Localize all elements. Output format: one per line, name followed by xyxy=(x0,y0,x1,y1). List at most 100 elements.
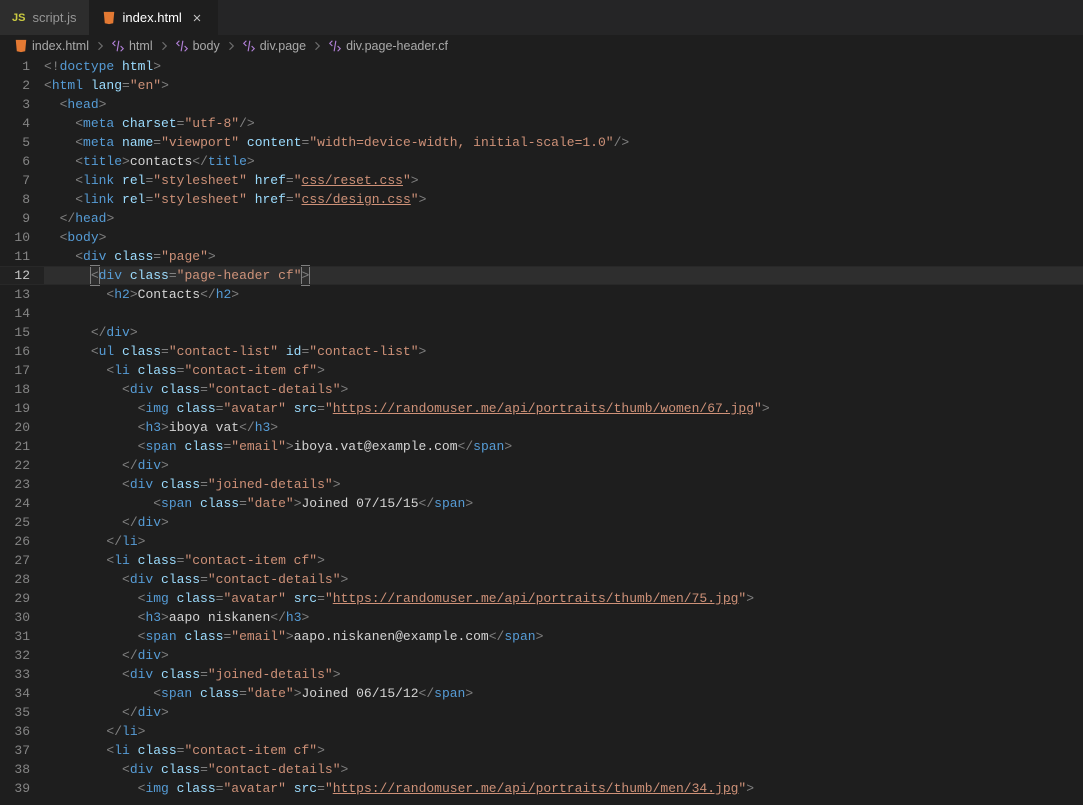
html-file-icon xyxy=(14,39,28,53)
breadcrumb-item[interactable]: div.page xyxy=(242,39,306,53)
code-line[interactable]: <span class="email">iboya.vat@example.co… xyxy=(44,437,1083,456)
line-number: 35 xyxy=(0,703,30,722)
line-number: 37 xyxy=(0,741,30,760)
line-number: 22 xyxy=(0,456,30,475)
line-number-gutter: 1234567891011121314151617181920212223242… xyxy=(0,57,44,805)
code-line[interactable]: <div class="contact-details"> xyxy=(44,380,1083,399)
code-area[interactable]: <!doctype html><html lang="en"> <head> <… xyxy=(44,57,1083,805)
code-line[interactable]: <div class="joined-details"> xyxy=(44,475,1083,494)
code-line[interactable]: <li class="contact-item cf"> xyxy=(44,741,1083,760)
close-icon[interactable] xyxy=(189,10,205,26)
symbol-icon xyxy=(328,39,342,53)
code-line[interactable]: </div> xyxy=(44,703,1083,722)
tab-index-html[interactable]: index.html xyxy=(90,0,218,35)
code-line[interactable]: <span class="date">Joined 07/15/15</span… xyxy=(44,494,1083,513)
line-number: 18 xyxy=(0,380,30,399)
code-line[interactable]: </li> xyxy=(44,722,1083,741)
code-line[interactable]: <head> xyxy=(44,95,1083,114)
code-line[interactable]: </li> xyxy=(44,532,1083,551)
code-line[interactable]: <div class="page"> xyxy=(44,247,1083,266)
code-line[interactable]: <ul class="contact-list" id="contact-lis… xyxy=(44,342,1083,361)
code-line[interactable]: <span class="email">aapo.niskanen@exampl… xyxy=(44,627,1083,646)
line-number: 39 xyxy=(0,779,30,798)
breadcrumb-label: body xyxy=(193,39,220,53)
code-line[interactable]: <meta charset="utf-8"/> xyxy=(44,114,1083,133)
code-line[interactable]: <body> xyxy=(44,228,1083,247)
code-line[interactable]: </div> xyxy=(44,513,1083,532)
line-number: 32 xyxy=(0,646,30,665)
breadcrumb-label: html xyxy=(129,39,153,53)
tab-bar: JS script.js index.html xyxy=(0,0,1083,35)
line-number: 33 xyxy=(0,665,30,684)
line-number: 23 xyxy=(0,475,30,494)
tab-script-js[interactable]: JS script.js xyxy=(0,0,90,35)
code-line[interactable]: <div class="page-header cf"> xyxy=(44,266,1083,285)
code-line[interactable]: <div class="contact-details"> xyxy=(44,570,1083,589)
code-line[interactable] xyxy=(44,304,1083,323)
code-line[interactable]: </div> xyxy=(44,323,1083,342)
tab-label: script.js xyxy=(32,10,76,25)
line-number: 30 xyxy=(0,608,30,627)
code-line[interactable]: <img class="avatar" src="https://randomu… xyxy=(44,589,1083,608)
code-line[interactable]: </div> xyxy=(44,456,1083,475)
code-line[interactable]: <link rel="stylesheet" href="css/design.… xyxy=(44,190,1083,209)
line-number: 11 xyxy=(0,247,30,266)
chevron-right-icon xyxy=(311,40,323,52)
line-number: 1 xyxy=(0,57,30,76)
line-number: 2 xyxy=(0,76,30,95)
code-line[interactable]: <li class="contact-item cf"> xyxy=(44,361,1083,380)
line-number: 13 xyxy=(0,285,30,304)
line-number: 17 xyxy=(0,361,30,380)
code-line[interactable]: </head> xyxy=(44,209,1083,228)
chevron-right-icon xyxy=(225,40,237,52)
chevron-right-icon xyxy=(94,40,106,52)
line-number: 19 xyxy=(0,399,30,418)
code-line[interactable]: <div class="joined-details"> xyxy=(44,665,1083,684)
code-line[interactable]: <img class="avatar" src="https://randomu… xyxy=(44,779,1083,798)
breadcrumb-item[interactable]: body xyxy=(175,39,220,53)
code-line[interactable]: <img class="avatar" src="https://randomu… xyxy=(44,399,1083,418)
code-line[interactable]: <link rel="stylesheet" href="css/reset.c… xyxy=(44,171,1083,190)
line-number: 34 xyxy=(0,684,30,703)
code-line[interactable]: <h3>iboya vat</h3> xyxy=(44,418,1083,437)
code-line[interactable]: <!doctype html> xyxy=(44,57,1083,76)
line-number: 7 xyxy=(0,171,30,190)
line-number: 38 xyxy=(0,760,30,779)
breadcrumb-bar: index.html html body div.page div.page-heade… xyxy=(0,35,1083,57)
breadcrumb-label: div.page xyxy=(260,39,306,53)
tab-label: index.html xyxy=(123,10,182,25)
breadcrumb-label: div.page-header.cf xyxy=(346,39,448,53)
editor[interactable]: 1234567891011121314151617181920212223242… xyxy=(0,57,1083,805)
symbol-icon xyxy=(242,39,256,53)
line-number: 15 xyxy=(0,323,30,342)
code-line[interactable]: <div class="contact-details"> xyxy=(44,760,1083,779)
line-number: 10 xyxy=(0,228,30,247)
line-number: 21 xyxy=(0,437,30,456)
line-number: 14 xyxy=(0,304,30,323)
code-line[interactable]: <meta name="viewport" content="width=dev… xyxy=(44,133,1083,152)
line-number: 31 xyxy=(0,627,30,646)
code-line[interactable]: <h3>aapo niskanen</h3> xyxy=(44,608,1083,627)
symbol-icon xyxy=(175,39,189,53)
chevron-right-icon xyxy=(158,40,170,52)
code-line[interactable]: <span class="date">Joined 06/15/12</span… xyxy=(44,684,1083,703)
breadcrumb-label: index.html xyxy=(32,39,89,53)
line-number: 26 xyxy=(0,532,30,551)
line-number: 8 xyxy=(0,190,30,209)
line-number: 27 xyxy=(0,551,30,570)
code-line[interactable]: </div> xyxy=(44,646,1083,665)
code-line[interactable]: <html lang="en"> xyxy=(44,76,1083,95)
line-number: 28 xyxy=(0,570,30,589)
line-number: 29 xyxy=(0,589,30,608)
line-number: 3 xyxy=(0,95,30,114)
line-number: 25 xyxy=(0,513,30,532)
code-line[interactable]: <h2>Contacts</h2> xyxy=(44,285,1083,304)
breadcrumb-item[interactable]: div.page-header.cf xyxy=(328,39,448,53)
breadcrumb-item[interactable]: html xyxy=(111,39,153,53)
html-file-icon xyxy=(102,11,116,25)
breadcrumb-item[interactable]: index.html xyxy=(14,39,89,53)
code-line[interactable]: <li class="contact-item cf"> xyxy=(44,551,1083,570)
js-file-icon: JS xyxy=(12,12,25,24)
symbol-icon xyxy=(111,39,125,53)
code-line[interactable]: <title>contacts</title> xyxy=(44,152,1083,171)
